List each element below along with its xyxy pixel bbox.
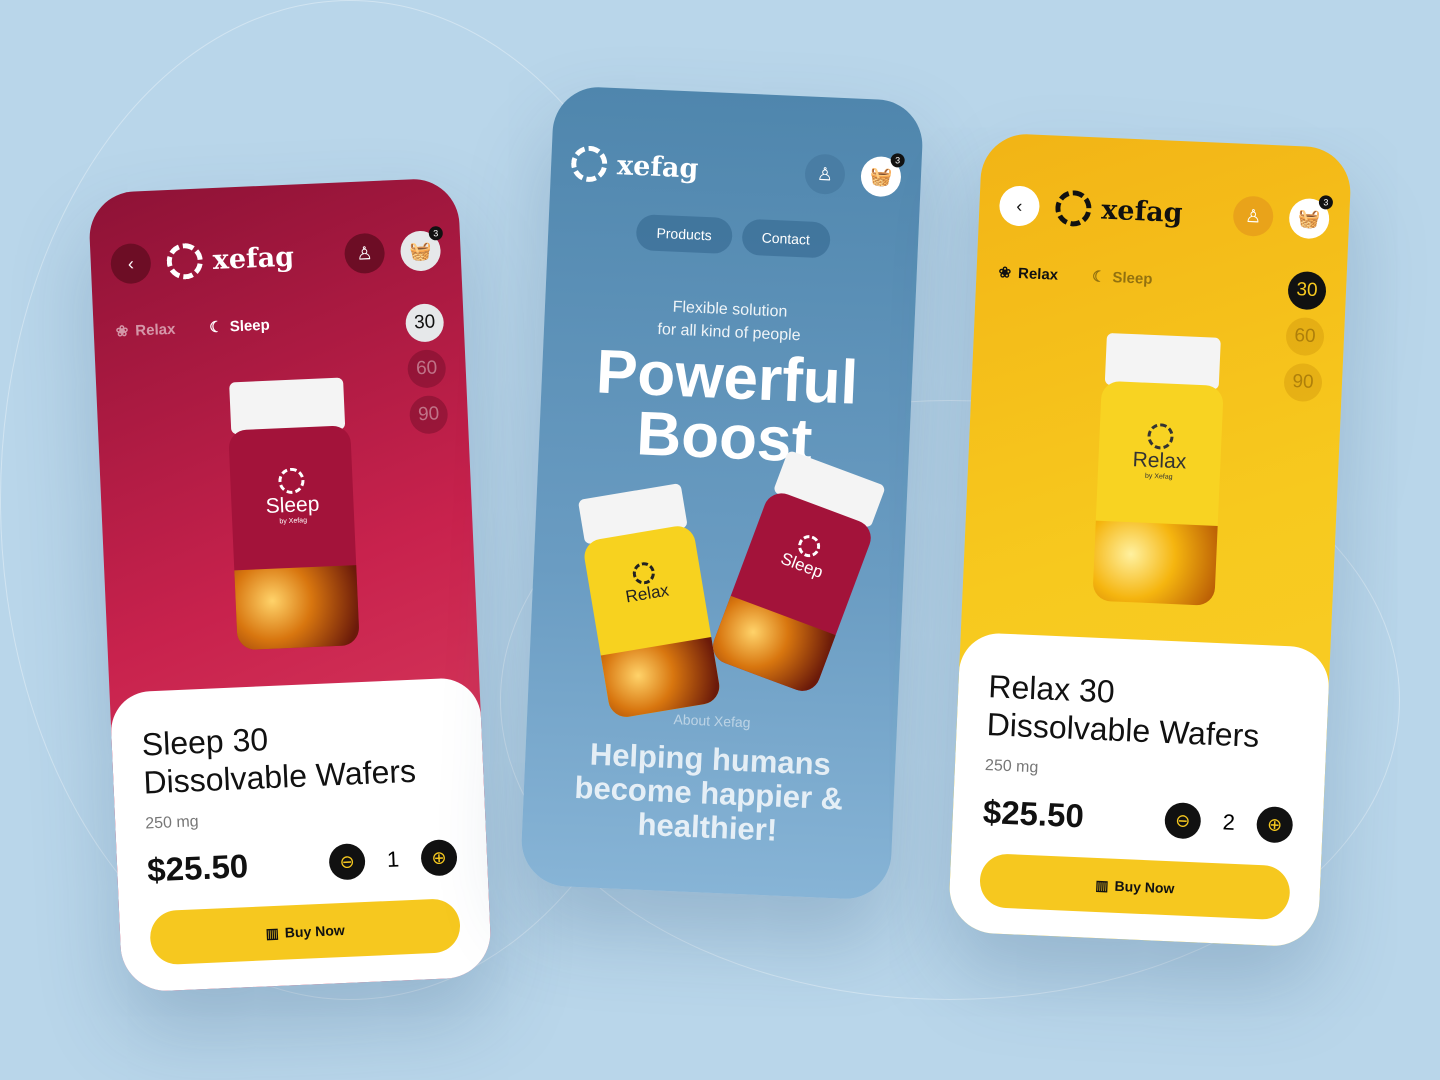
barcode-icon: ▥ xyxy=(1095,876,1109,894)
product-title: Relax 30 Dissolvable Wafers xyxy=(986,668,1261,754)
account-button[interactable]: ♙ xyxy=(343,232,386,275)
moon-icon: ☾ xyxy=(1091,268,1106,286)
logo-ring-icon xyxy=(570,145,608,183)
product-panel: Relax 30 Dissolvable Wafers 250 mg $25.50… xyxy=(947,631,1331,948)
back-button[interactable]: ‹ xyxy=(998,185,1041,227)
minus-icon: ⊖ xyxy=(339,850,356,872)
account-button[interactable]: ♙ xyxy=(1232,195,1275,238)
nav-contact[interactable]: Contact xyxy=(740,218,831,259)
tab-relax[interactable]: ❀ Relax xyxy=(998,263,1058,284)
increase-quantity-button[interactable]: ⊕ xyxy=(1255,805,1294,844)
size-90[interactable]: 90 xyxy=(1283,362,1323,403)
buy-now-button[interactable]: ▥ Buy Now xyxy=(149,897,462,966)
product-panel: Sleep 30 Dissolvable Wafers 250 mg $25.50… xyxy=(109,676,493,993)
main-nav: Products Contact xyxy=(548,210,919,262)
cart-button[interactable]: 🧺 3 xyxy=(1288,195,1334,240)
size-30[interactable]: 30 xyxy=(1287,270,1327,311)
size-60[interactable]: 60 xyxy=(1285,316,1325,357)
increase-quantity-button[interactable]: ⊕ xyxy=(420,838,458,877)
home-screen: xefag ♙ 🧺 3 Products Contact Flexible sol… xyxy=(519,85,925,901)
product-dosage: 250 mg xyxy=(144,813,199,833)
product-price: $25.50 xyxy=(146,847,249,889)
relax-product-screen: ‹ xefag ♙ 🧺 3 ❀ Relax ☾ Sleep 30 60 90 Rela… xyxy=(947,132,1353,948)
user-icon: ♙ xyxy=(1244,205,1262,227)
product-dosage: 250 mg xyxy=(984,757,1039,777)
basket-icon: 🧺 xyxy=(869,165,893,187)
logo-ring-icon xyxy=(166,242,204,281)
chevron-left-icon: ‹ xyxy=(127,253,135,274)
size-60[interactable]: 60 xyxy=(406,349,447,389)
tab-sleep[interactable]: ☾ Sleep xyxy=(1092,267,1153,288)
logo[interactable]: xefag xyxy=(570,145,805,191)
sleep-bottle: Sleep xyxy=(707,449,891,696)
cart-button[interactable]: 🧺 3 xyxy=(399,226,444,272)
user-icon: ♙ xyxy=(356,242,374,264)
category-tabs: ❀ Relax ☾ Sleep xyxy=(115,316,270,341)
product-title: Sleep 30 Dissolvable Wafers xyxy=(141,721,417,801)
nav-products[interactable]: Products xyxy=(635,214,733,255)
decrease-quantity-button[interactable]: ⊖ xyxy=(1164,801,1202,840)
user-icon: ♙ xyxy=(816,163,834,185)
buy-now-button[interactable]: ▥ Buy Now xyxy=(978,852,1291,921)
account-button[interactable]: ♙ xyxy=(804,153,846,196)
sleep-product-screen: ‹ xefag ♙ 🧺 3 ❀ Relax ☾ Sleep 30 60 90 Slee… xyxy=(87,177,493,993)
tab-relax[interactable]: ❀ Relax xyxy=(115,320,175,341)
headline: Powerful Boost xyxy=(594,337,860,476)
cart-badge: 3 xyxy=(428,226,444,241)
logo-ring-icon xyxy=(1054,189,1093,228)
plus-icon: ⊕ xyxy=(431,846,447,868)
logo[interactable]: xefag xyxy=(166,236,345,281)
size-90[interactable]: 90 xyxy=(408,394,449,435)
quantity-value: 2 xyxy=(1222,809,1236,835)
lotus-icon: ❀ xyxy=(998,264,1012,282)
quantity-value: 1 xyxy=(386,846,400,873)
product-price: $25.50 xyxy=(982,792,1085,835)
header: ‹ xefag ♙ 🧺 3 xyxy=(109,226,444,286)
decrease-quantity-button[interactable]: ⊖ xyxy=(328,843,366,881)
minus-icon: ⊖ xyxy=(1174,809,1191,831)
product-bottle: Sleep by Xefag xyxy=(226,377,360,651)
barcode-icon: ▥ xyxy=(265,924,280,941)
header: xefag ♙ 🧺 3 xyxy=(570,141,905,199)
lotus-icon: ❀ xyxy=(115,322,129,341)
mission-text: Helping humans become happier & healthier! xyxy=(573,736,844,848)
tab-sleep[interactable]: ☾ Sleep xyxy=(208,316,270,337)
basket-icon: 🧺 xyxy=(1297,207,1321,229)
category-tabs: ❀ Relax ☾ Sleep xyxy=(998,263,1153,288)
product-bottle: Relax by Xefag xyxy=(1092,332,1225,606)
size-30[interactable]: 30 xyxy=(404,303,445,343)
about-label: About Xefag xyxy=(673,711,751,731)
plus-icon: ⊕ xyxy=(1266,813,1283,835)
chevron-left-icon: ‹ xyxy=(1016,195,1023,216)
size-selector: 30 60 90 xyxy=(1283,270,1327,403)
size-selector: 30 60 90 xyxy=(404,303,449,435)
logo[interactable]: xefag xyxy=(1054,189,1234,234)
cart-badge: 3 xyxy=(890,153,905,168)
back-button[interactable]: ‹ xyxy=(109,242,152,285)
relax-bottle: Relax xyxy=(575,482,722,720)
header: ‹ xefag ♙ 🧺 3 xyxy=(998,183,1334,241)
basket-icon: 🧺 xyxy=(408,240,433,261)
moon-icon: ☾ xyxy=(208,318,224,337)
cart-button[interactable]: 🧺 3 xyxy=(860,153,905,198)
cart-badge: 3 xyxy=(1318,195,1334,210)
